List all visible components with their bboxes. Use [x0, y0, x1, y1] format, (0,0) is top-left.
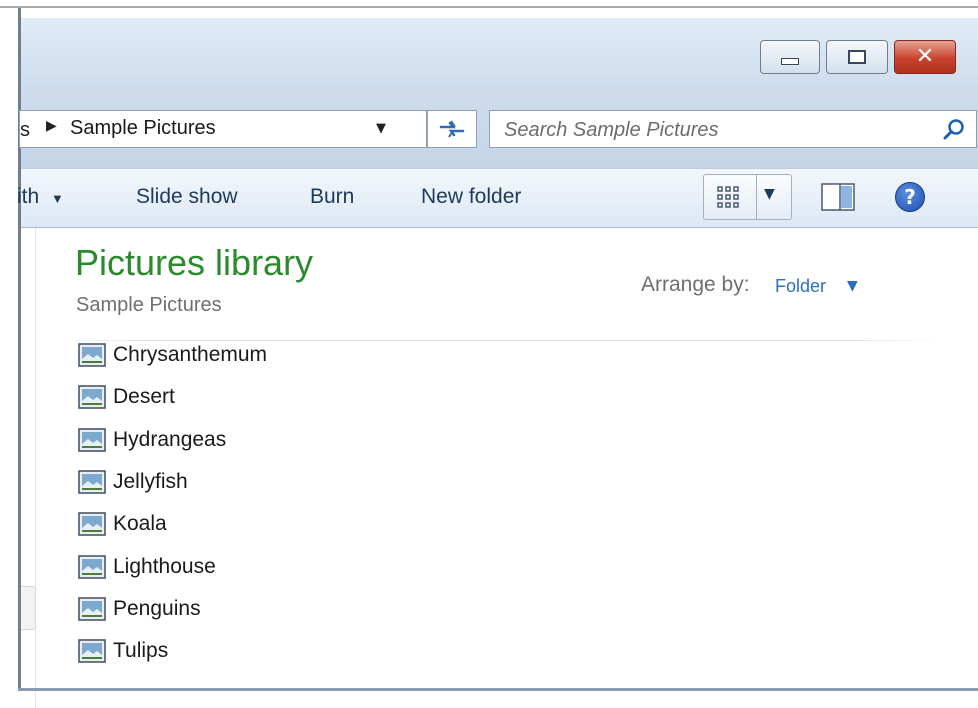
- image-file-icon: [78, 639, 106, 663]
- slide-show-button[interactable]: Slide show: [136, 185, 238, 209]
- file-name: Chrysanthemum: [113, 343, 268, 366]
- image-file-icon: [78, 343, 106, 367]
- file-name: Koala: [113, 512, 167, 536]
- title-bar: ✕: [21, 18, 978, 90]
- new-folder-button[interactable]: New folder: [421, 185, 521, 209]
- breadcrumb-separator-icon[interactable]: ▶: [46, 118, 57, 134]
- file-name: Lighthouse: [113, 554, 216, 578]
- maximize-icon: [848, 50, 866, 64]
- file-name: Jellyfish: [113, 469, 188, 493]
- change-view-button[interactable]: ▼: [703, 174, 792, 220]
- list-item[interactable]: Desert: [78, 382, 175, 412]
- file-name: Desert: [113, 385, 175, 409]
- minimize-icon: [781, 57, 799, 65]
- command-bar: ith ▼ Slide show Burn New folder ▼ ?: [17, 168, 978, 228]
- image-file-icon: [78, 554, 106, 579]
- list-item[interactable]: Chrysanthemum: [78, 340, 267, 370]
- image-file-icon: [78, 597, 106, 621]
- page-title: Pictures library: [75, 242, 314, 283]
- list-item[interactable]: Penguins: [78, 594, 201, 624]
- image-file-icon: [78, 512, 106, 536]
- list-item[interactable]: Tulips: [78, 636, 168, 666]
- share-with-label: ith: [17, 185, 40, 208]
- help-icon[interactable]: ?: [895, 182, 925, 212]
- views-icon: [717, 186, 739, 208]
- image-file-icon: [78, 385, 106, 410]
- image-file-icon: [78, 470, 106, 494]
- refresh-button[interactable]: [427, 110, 477, 148]
- preview-pane-icon[interactable]: [821, 183, 855, 211]
- list-item[interactable]: Lighthouse: [78, 552, 216, 582]
- close-icon: ✕: [915, 44, 935, 69]
- file-name: Hydrangeas: [113, 427, 227, 451]
- list-item[interactable]: Jellyfish: [78, 467, 188, 497]
- address-bar[interactable]: s ▶ Sample Pictures ▼: [19, 110, 427, 148]
- search-box: [489, 110, 977, 148]
- list-item[interactable]: Koala: [78, 509, 167, 539]
- file-name: Tulips: [113, 639, 169, 663]
- maximize-button[interactable]: [826, 40, 888, 74]
- views-dropdown-icon[interactable]: ▼: [764, 186, 775, 202]
- minimize-button[interactable]: [760, 40, 820, 74]
- arrange-by-label: Arrange by:: [641, 273, 750, 296]
- file-name: Penguins: [113, 596, 201, 620]
- chevron-down-icon: ▼: [51, 191, 64, 206]
- arrange-by-dropdown[interactable]: Folder: [775, 276, 826, 297]
- navigation-pane-scrollbar[interactable]: [21, 586, 36, 630]
- navigation-pane-edge: [35, 228, 36, 708]
- share-with-menu[interactable]: ith ▼: [17, 185, 64, 209]
- image-file-icon: [78, 427, 106, 452]
- breadcrumb-current[interactable]: Sample Pictures: [70, 117, 216, 140]
- burn-button[interactable]: Burn: [310, 185, 354, 209]
- breadcrumb-fragment[interactable]: s: [20, 119, 30, 142]
- views-separator: [756, 175, 757, 219]
- search-icon[interactable]: [942, 118, 966, 142]
- refresh-icon: [439, 120, 465, 138]
- explorer-window: ✕ s ▶ Sample Pictures ▼ ith ▼ Slide show…: [17, 18, 978, 708]
- search-input[interactable]: [502, 115, 926, 145]
- list-item[interactable]: Hydrangeas: [78, 425, 226, 455]
- address-dropdown-icon[interactable]: ▼: [376, 121, 386, 136]
- close-button[interactable]: ✕: [894, 40, 956, 74]
- arrange-by-chevron-icon[interactable]: ▼: [847, 278, 858, 294]
- outer-frame-top: [0, 6, 978, 8]
- library-subtitle: Sample Pictures: [76, 294, 222, 316]
